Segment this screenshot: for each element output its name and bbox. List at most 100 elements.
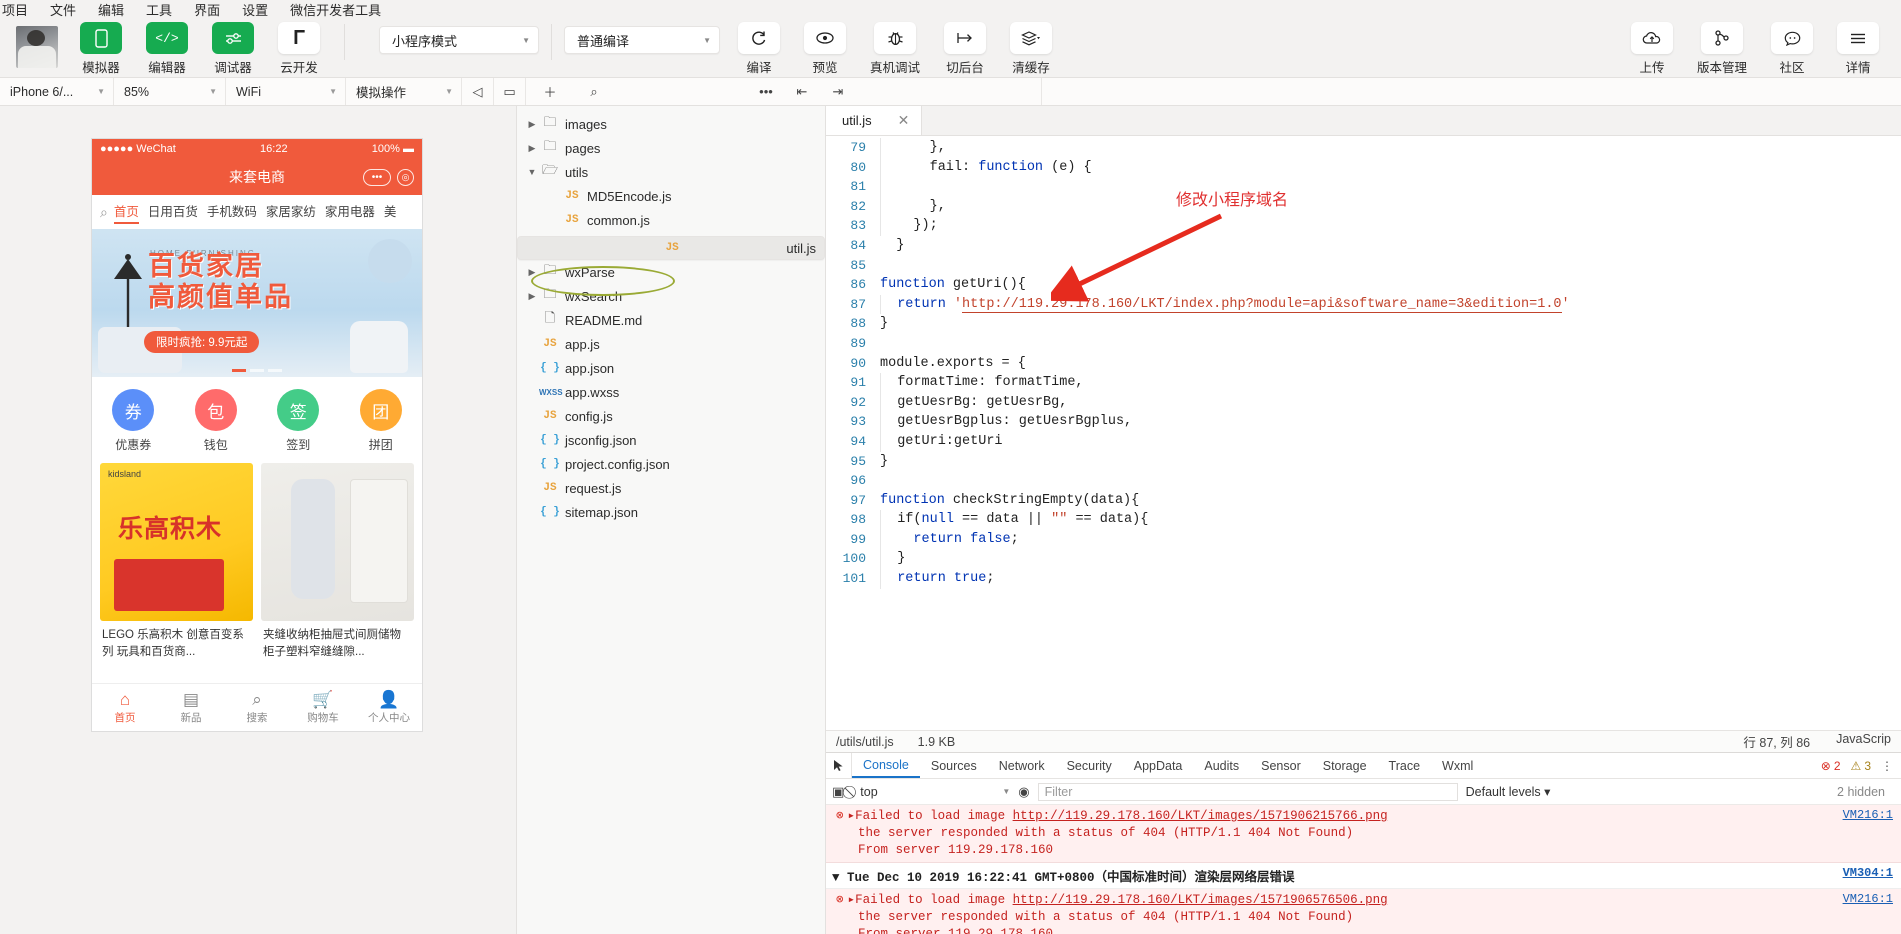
file-tree-item-app-js[interactable]: JSapp.js [517,332,825,356]
devtools-tab-trace[interactable]: Trace [1378,753,1432,778]
bottom-tab-cart[interactable]: 🛒 购物车 [290,684,356,731]
product-card[interactable]: 夹缝收纳柜抽屉式间厕储物柜子塑料窄缝缝隙... [261,463,414,660]
clear-cache-button[interactable]: 清缓存 [1004,22,1058,76]
capsule-buttons[interactable]: ••• ◎ [363,169,414,186]
chevron-right-icon[interactable]: ▶ [525,143,539,154]
real-device-debug-button[interactable]: 真机调试 [864,22,926,76]
banner-dot[interactable] [232,369,246,372]
product-card[interactable]: kidsland 乐高积木 LEGO 乐高积木 创意百变系列 玩具和百货商... [100,463,253,660]
console-group-header[interactable]: ▼ Tue Dec 10 2019 16:22:41 GMT+0800（中国标准… [826,863,1901,889]
source-link[interactable]: VM216:1 [1843,808,1893,822]
error-count-badge[interactable]: ⊗2 [1821,759,1841,773]
switch-background-button[interactable]: 切后台 [938,22,992,76]
file-tree-item-app-json[interactable]: { }app.json [517,356,825,380]
console-error-message[interactable]: ⊗▸Failed to load image http://119.29.178… [826,805,1901,863]
chevron-right-icon[interactable]: ▶ [525,267,539,278]
volume-icon[interactable]: ◁ [462,78,494,105]
menu-item-settings[interactable]: 设置 [242,0,268,18]
devtools-tab-storage[interactable]: Storage [1312,753,1378,778]
file-tree-item-project-config-json[interactable]: { }project.config.json [517,452,825,476]
tab-home-textile[interactable]: 家居家纺 [266,201,316,224]
add-icon[interactable]: ＋ [526,82,574,101]
file-tree-item-sitemap-json[interactable]: { }sitemap.json [517,500,825,524]
banner-dot[interactable] [268,369,282,372]
devtools-tab-security[interactable]: Security [1056,753,1123,778]
chevron-right-icon[interactable]: ▶ [525,291,539,302]
search-icon[interactable]: ⌕ [574,84,614,100]
file-tree-item-config-js[interactable]: JSconfig.js [517,404,825,428]
device-select[interactable]: iPhone 6/... ▼ [0,78,114,105]
upload-button[interactable]: 上传 [1625,22,1679,76]
expand-arrow-icon[interactable]: ▸ [848,809,856,823]
file-tree[interactable]: ▶🗀images▶🗀pages▼🗁utilsJSMD5Encode.jsJSco… [516,106,826,934]
chevron-right-icon[interactable]: ▶ [525,119,539,130]
tab-daily-goods[interactable]: 日用百货 [148,201,198,224]
console-error-link[interactable]: http://119.29.178.160/LKT/images/1571906… [1013,809,1388,823]
banner-dot[interactable] [250,369,264,372]
quick-action-coupon[interactable]: 券 优惠券 [92,389,175,453]
source-link[interactable]: VM304:1 [1843,866,1893,880]
devtools-tab-sensor[interactable]: Sensor [1250,753,1312,778]
console-settings-icon[interactable]: ◉ [1018,784,1029,800]
tab-mobile-digital[interactable]: 手机数码 [207,201,257,224]
file-tree-item-app-wxss[interactable]: WXSSapp.wxss [517,380,825,404]
devtools-tab-appdata[interactable]: AppData [1123,753,1194,778]
devtools-tab-console[interactable]: Console [852,753,920,778]
expand-arrow-icon[interactable]: ▸ [848,893,856,907]
quick-action-wallet[interactable]: 包 钱包 [175,389,258,453]
menu-item-tools[interactable]: 工具 [146,0,172,18]
file-tree-item-pages[interactable]: ▶🗀pages [517,136,825,160]
bottom-tab-profile[interactable]: 👤 个人中心 [356,684,422,731]
source-link[interactable]: VM216:1 [1843,892,1893,906]
devtools-more-icon[interactable]: ⋮ [1881,759,1893,773]
menu-item-interface[interactable]: 界面 [194,0,220,18]
cloud-dev-button[interactable]: 𝚪 云开发 [272,22,326,76]
file-tree-item-readme-md[interactable]: 🗋README.md [517,308,825,332]
search-icon[interactable]: ⌕ [100,204,108,221]
log-levels-select[interactable]: Default levels ▾ [1466,784,1551,799]
compile-select[interactable]: 普通编译 ▼ [564,26,720,54]
menu-item-edit[interactable]: 编辑 [98,0,124,18]
tab-home[interactable]: 首页 [114,201,139,224]
bottom-tab-search[interactable]: ⌕ 搜索 [224,684,290,731]
devtools-issue-counts[interactable]: ⊗2⚠3⋮ [1821,753,1901,778]
close-icon[interactable]: ✕ [898,112,910,129]
devtools-tab-sources[interactable]: Sources [920,753,988,778]
more-icon[interactable]: ••• [748,84,784,99]
compile-button[interactable]: 编译 [732,22,786,76]
console-filter-input[interactable]: Filter [1038,783,1458,801]
menu-item-devtools[interactable]: 微信开发者工具 [290,0,381,18]
disclosure-triangle-icon[interactable]: ▼ [832,871,847,885]
menu-item-project[interactable]: 项目 [2,0,28,18]
sidebar-toggle-icon[interactable]: ▣ [832,784,844,800]
banner-dots[interactable] [92,369,422,372]
quick-action-checkin[interactable]: 签 签到 [257,389,340,453]
file-tree-item-common-js[interactable]: JScommon.js [517,208,825,232]
editor-tab-util-js[interactable]: util.js ✕ [826,106,922,135]
file-tree-item-md5encode-js[interactable]: JSMD5Encode.js [517,184,825,208]
community-button[interactable]: 社区 [1765,22,1819,76]
editor-button[interactable]: </> 编辑器 [140,22,194,76]
indent-icon[interactable]: ⇤ [784,84,820,100]
bottom-tab-new[interactable]: ▤ 新品 [158,684,224,731]
devtools-tab-wxml[interactable]: Wxml [1431,753,1484,778]
console-error-link[interactable]: http://119.29.178.160/LKT/images/1571906… [1013,893,1388,907]
file-tree-item-request-js[interactable]: JSrequest.js [517,476,825,500]
more-icon[interactable]: ••• [363,169,391,186]
network-select[interactable]: WiFi ▼ [226,78,346,105]
preview-button[interactable]: 预览 [798,22,852,76]
console-error-message[interactable]: ⊗▸Failed to load image http://119.29.178… [826,889,1901,934]
tab-appliances[interactable]: 家用电器 [325,201,375,224]
details-button[interactable]: 详情 [1831,22,1885,76]
chevron-down-icon[interactable]: ▼ [525,167,539,177]
rotate-screen-icon[interactable]: ▭ [494,78,526,105]
operation-select[interactable]: 模拟操作 ▼ [346,78,462,105]
version-management-button[interactable]: 版本管理 [1691,22,1753,76]
file-tree-item-utils[interactable]: ▼🗁utils [517,160,825,184]
file-tree-item-images[interactable]: ▶🗀images [517,112,825,136]
panel-toggle-icon[interactable]: ⇥ [820,84,856,100]
avatar[interactable] [16,26,58,68]
promo-banner[interactable]: HOME FURNISHING 百货家居 高颜值单品 限时疯抢: 9.9元起 [92,229,422,377]
code-view[interactable]: 79 },80 fail: function (e) {81 82 },83 }… [826,136,1901,730]
bottom-tab-home[interactable]: ⌂ 首页 [92,684,158,731]
